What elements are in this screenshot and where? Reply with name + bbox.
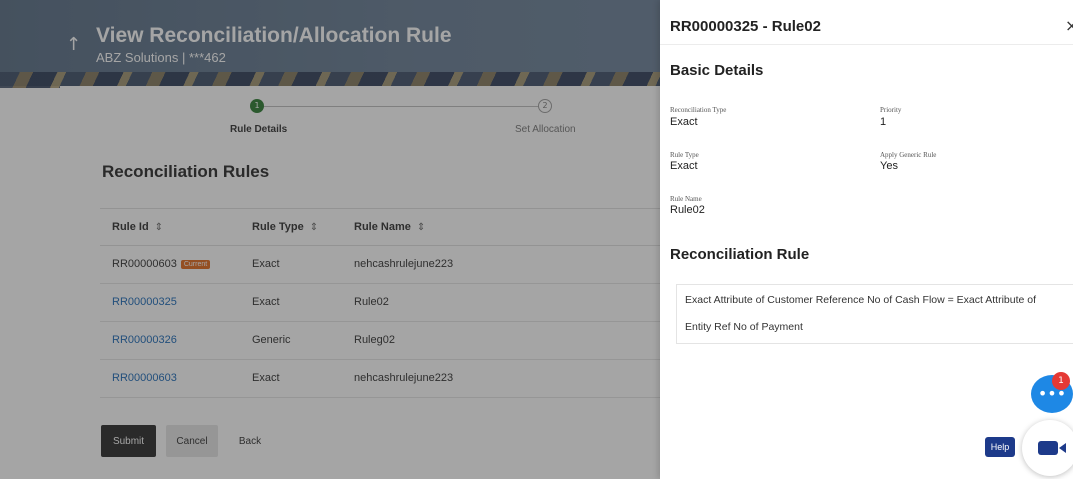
priority-value: 1 [880,116,887,128]
reconciliation-type-value: Exact [670,116,698,128]
priority-label: Priority [880,106,902,114]
modal-backdrop[interactable] [0,0,660,479]
apply-generic-rule-value: Yes [880,160,898,172]
video-call-icon [1038,441,1058,455]
rule-type-label: Rule Type [670,151,699,159]
rule-type-value: Exact [670,160,698,172]
basic-details-heading: Basic Details [670,62,764,79]
notification-badge: 1 [1052,372,1070,390]
close-icon[interactable]: × [1065,16,1073,35]
rule-name-value: Rule02 [670,204,705,216]
divider [660,44,1073,45]
rule-detail-drawer: RR00000325 - Rule02 × Basic Details Reco… [660,0,1073,479]
help-button[interactable]: Help [985,437,1015,457]
rule-expression-line: Entity Ref No of Payment [685,321,803,333]
reconciliation-rule-heading: Reconciliation Rule [670,246,810,263]
video-call-icon-lens [1059,443,1066,453]
reconciliation-type-label: Reconciliation Type [670,106,727,114]
drawer-title: RR00000325 - Rule02 [670,18,821,35]
rule-expression-line: Exact Attribute of Customer Reference No… [685,294,1037,306]
apply-generic-rule-label: Apply Generic Rule [880,151,937,159]
rule-name-label: Rule Name [670,195,702,203]
rule-expression-box: Exact Attribute of Customer Reference No… [676,284,1073,344]
